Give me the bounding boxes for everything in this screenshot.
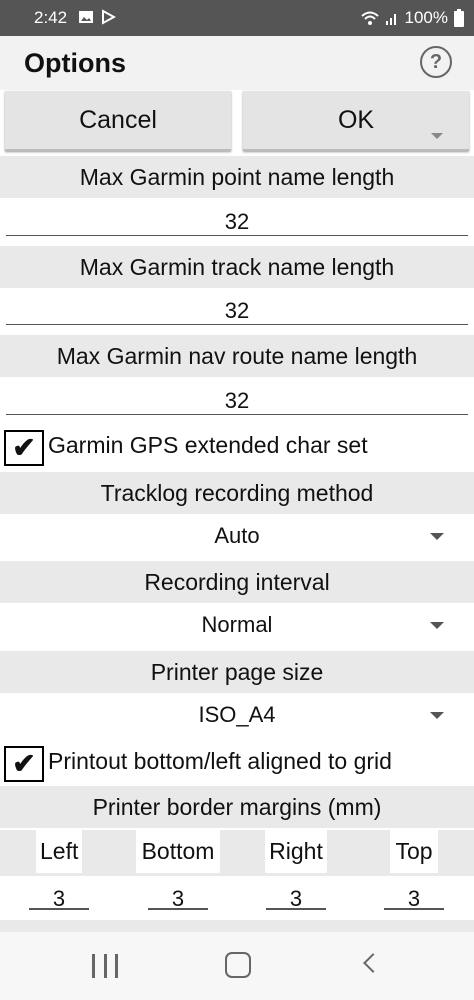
margin-left-label: Left [36,830,82,873]
extended-charset-label: Garmin GPS extended char set [48,432,368,458]
margin-top-label: Top [390,830,438,873]
margin-left: Left 3 [29,830,89,911]
input-underline [6,234,468,236]
input-underline [6,323,468,325]
wifi-icon [360,11,379,25]
back-icon[interactable] [363,953,383,973]
margin-right: Right 3 [265,830,327,911]
max-point-name-value: 32 [224,209,250,234]
dropdown-arrow-icon [430,712,444,719]
input-underline [148,908,208,910]
status-bar: 2:42 100% [0,0,474,36]
image-icon [79,11,93,23]
page-size-value: ISO_A4 [198,702,276,727]
signal-icon [385,14,396,25]
section-border-margins: Printer border margins (mm) [0,786,474,828]
play-store-icon [102,9,116,25]
page-size-select[interactable]: ISO_A4 [0,694,474,736]
printout-aligned-row[interactable]: ✔ Printout bottom/left aligned to grid [0,740,474,784]
section-page-size: Printer page size [0,651,474,693]
max-point-name-input[interactable]: 32 [6,201,468,243]
tracklog-method-select[interactable]: Auto [0,515,474,557]
section-max-route-name: Max Garmin nav route name length [0,335,474,377]
section-max-point-name: Max Garmin point name length [0,156,474,198]
help-icon[interactable]: ? [420,46,452,78]
margin-bottom: Bottom 3 [136,830,220,911]
battery-percent: 100% [404,8,448,27]
system-nav-bar [0,932,474,1000]
status-time: 2:42 [34,8,68,27]
margin-bottom-label: Bottom [136,830,220,873]
input-underline [6,413,468,415]
max-route-name-input[interactable]: 32 [6,380,468,422]
section-recording-interval: Recording interval [0,561,474,603]
title-bar: Options ? [0,36,474,90]
corner-arrow-icon [431,133,443,139]
page-title: Options [24,48,126,78]
cancel-button[interactable]: Cancel [5,91,231,151]
section-max-track-name: Max Garmin track name length [0,246,474,288]
recent-apps-icon[interactable] [92,954,118,978]
input-underline [266,908,326,910]
ok-button-label: OK [337,106,375,134]
scroll-cutoff-row [0,920,474,932]
printout-aligned-label: Printout bottom/left aligned to grid [48,748,392,774]
dropdown-arrow-icon [430,622,444,629]
max-route-name-value: 32 [224,388,250,413]
printout-aligned-checkbox[interactable]: ✔ [4,746,44,782]
border-margins-grid: Left 3 Bottom 3 Right 3 Top 3 [0,830,474,920]
extended-charset-checkbox[interactable]: ✔ [4,430,44,466]
dropdown-arrow-icon [430,533,444,540]
max-track-name-input[interactable]: 32 [6,290,468,332]
battery-icon [454,9,464,27]
recording-interval-value: Normal [201,612,273,637]
input-underline [29,908,89,910]
margin-right-label: Right [265,830,327,873]
tracklog-method-value: Auto [214,523,260,548]
input-underline [384,908,444,910]
extended-charset-row[interactable]: ✔ Garmin GPS extended char set [0,424,474,468]
section-tracklog-method: Tracklog recording method [0,472,474,514]
recording-interval-select[interactable]: Normal [0,604,474,646]
margin-top: Top 3 [384,830,444,911]
max-track-name-value: 32 [224,298,250,323]
ok-button[interactable]: OK [243,91,469,151]
home-icon[interactable] [225,952,251,978]
